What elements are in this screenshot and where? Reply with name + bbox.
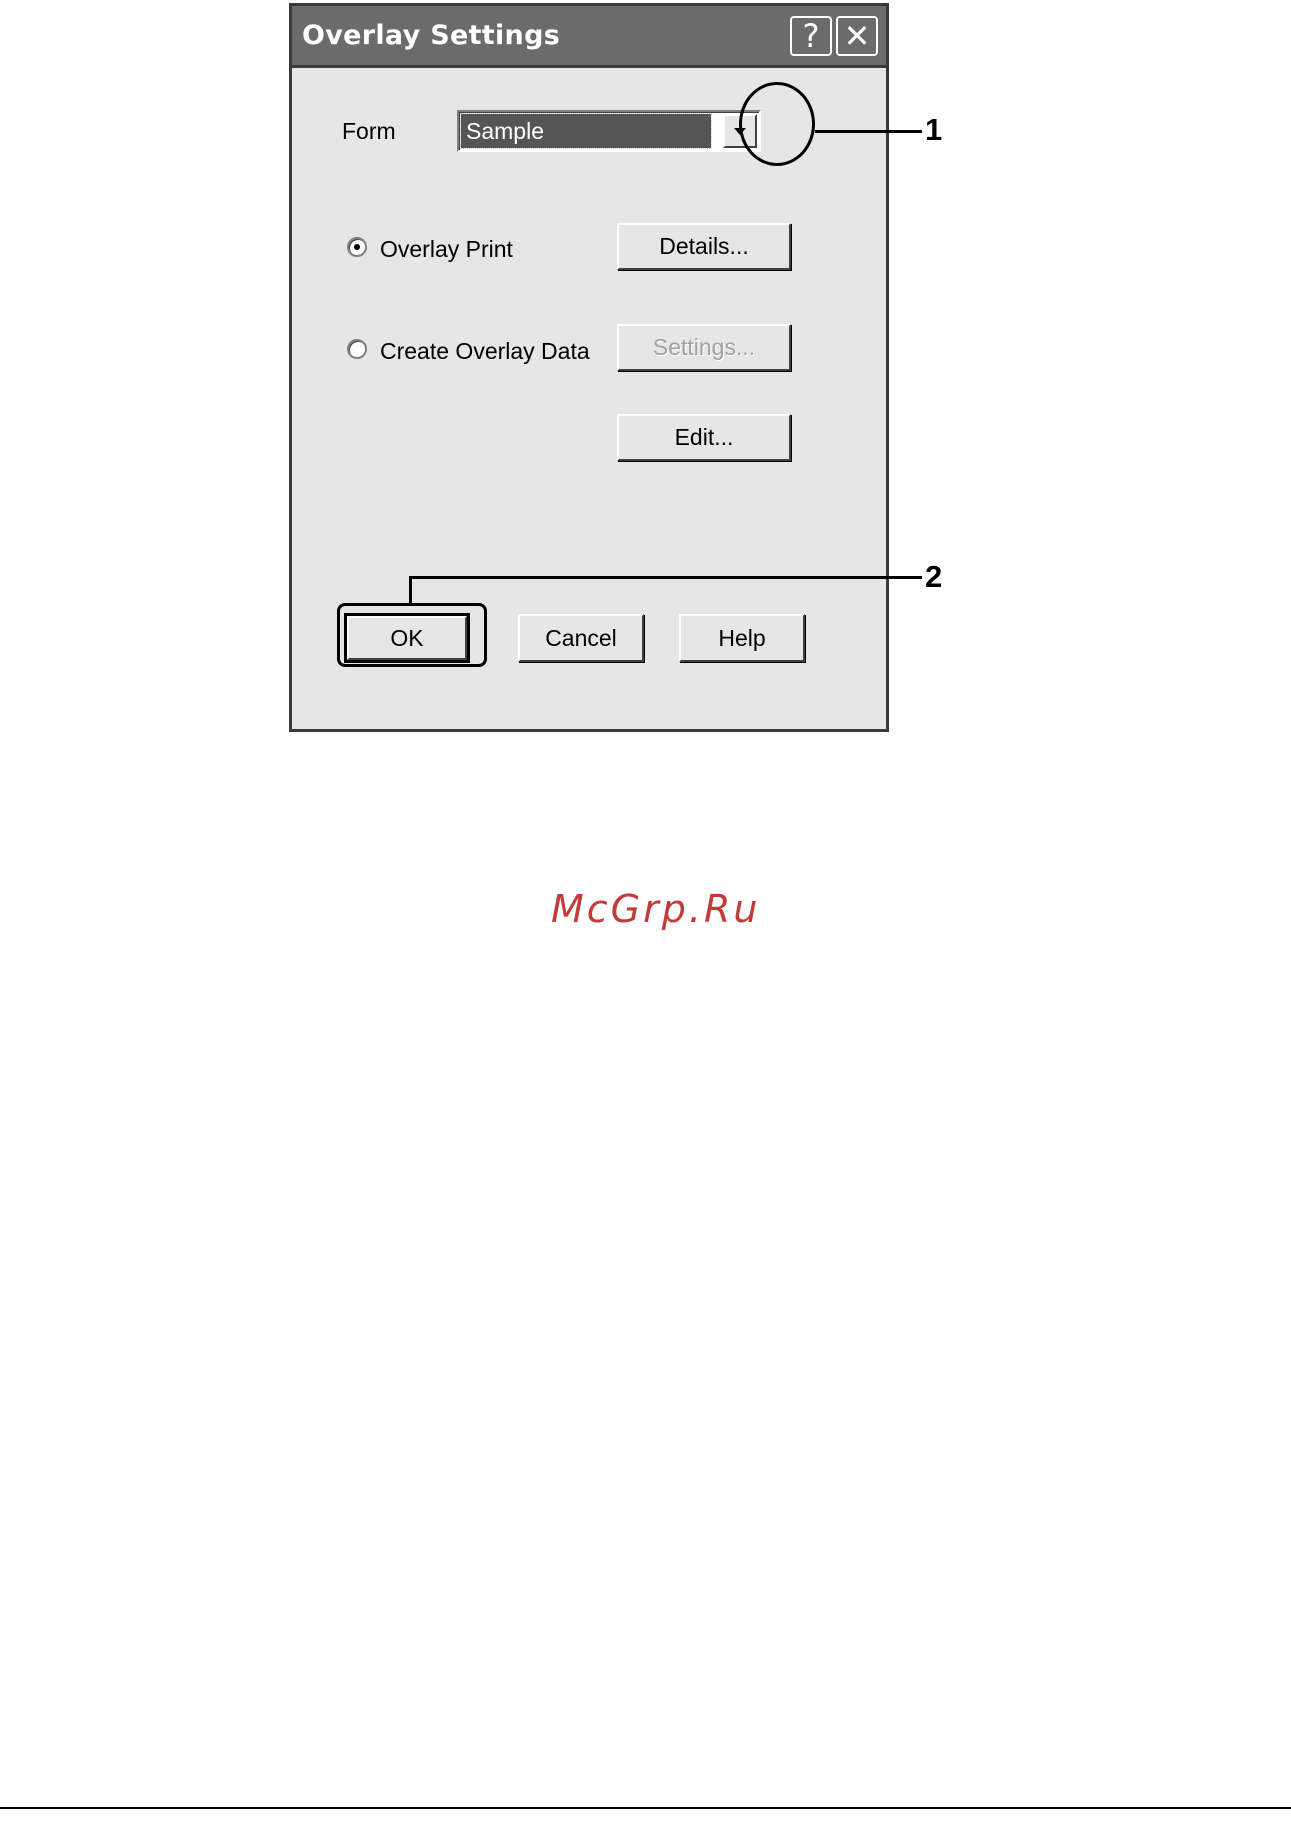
dialog-title: Overlay Settings bbox=[302, 20, 561, 51]
form-label: Form bbox=[342, 118, 396, 144]
question-icon: ? bbox=[802, 17, 820, 55]
help-button[interactable]: Help bbox=[679, 614, 805, 662]
callout-2-line-vertical bbox=[409, 576, 412, 604]
callout-2-line-horizontal bbox=[409, 576, 922, 579]
overlay-print-label[interactable]: Overlay Print bbox=[380, 236, 513, 263]
title-bar[interactable]: Overlay Settings ? ✕ bbox=[292, 6, 886, 68]
form-dropdown[interactable]: Sample bbox=[457, 110, 761, 152]
details-button[interactable]: Details... bbox=[617, 223, 791, 270]
callout-1-line bbox=[815, 130, 922, 133]
help-title-button[interactable]: ? bbox=[790, 16, 832, 56]
close-button[interactable]: ✕ bbox=[836, 16, 878, 56]
callout-2-number: 2 bbox=[925, 559, 943, 594]
cancel-button[interactable]: Cancel bbox=[518, 614, 644, 662]
edit-button[interactable]: Edit... bbox=[617, 414, 791, 461]
footer-rule bbox=[0, 1807, 1291, 1809]
create-overlay-data-radio[interactable] bbox=[347, 339, 367, 359]
settings-button[interactable]: Settings... bbox=[617, 324, 791, 371]
close-icon: ✕ bbox=[843, 17, 871, 55]
callout-2-box bbox=[337, 603, 487, 667]
radio-selected-dot bbox=[354, 244, 360, 250]
form-dropdown-value: Sample bbox=[460, 113, 712, 149]
create-overlay-data-label[interactable]: Create Overlay Data bbox=[380, 338, 590, 365]
callout-1-number: 1 bbox=[925, 112, 943, 147]
overlay-print-radio[interactable] bbox=[347, 237, 367, 257]
callout-1-circle bbox=[739, 82, 815, 166]
watermark-text: McGrp.Ru bbox=[551, 887, 761, 931]
